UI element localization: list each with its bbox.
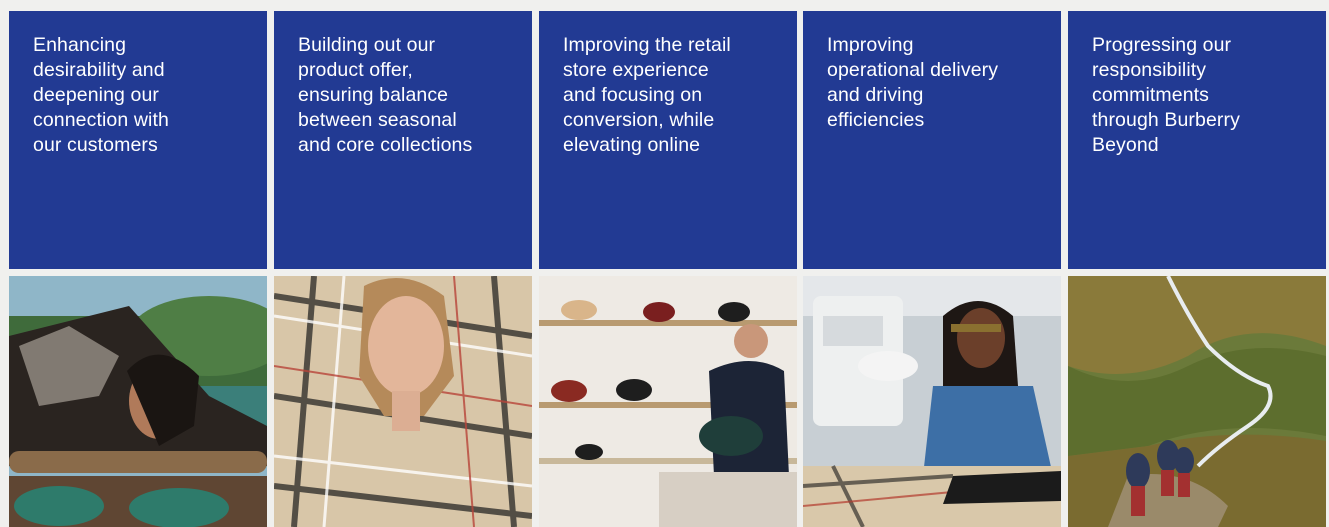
pillar-card-desirability: Enhancing desirability and deepening our… [9, 11, 267, 269]
pillar-card-product-offer: Building out our product offer, ensuring… [274, 11, 532, 269]
pillar-text: Improving the retail store experience an… [563, 34, 731, 156]
hikers-valley-photo [1068, 276, 1326, 527]
woman-in-check-photo [274, 276, 532, 527]
pillar-card-responsibility: Progressing our responsibility commitmen… [1068, 11, 1326, 269]
pillar-text: Enhancing desirability and deepening our… [33, 34, 169, 156]
pillar-card-operations: Improving operational delivery and drivi… [803, 11, 1061, 269]
pillar-text: Building out our product offer, ensuring… [298, 34, 473, 156]
store-associate-photo [539, 276, 797, 527]
pillar-text: Progressing our responsibility commitmen… [1092, 34, 1240, 156]
pillar-card-retail-experience: Improving the retail store experience an… [539, 11, 797, 269]
woman-on-log-photo [9, 276, 267, 527]
seamstress-photo [803, 276, 1061, 527]
pillar-text: Improving operational delivery and drivi… [827, 34, 999, 131]
strategy-pillars-grid: Enhancing desirability and deepening our… [0, 0, 1329, 527]
